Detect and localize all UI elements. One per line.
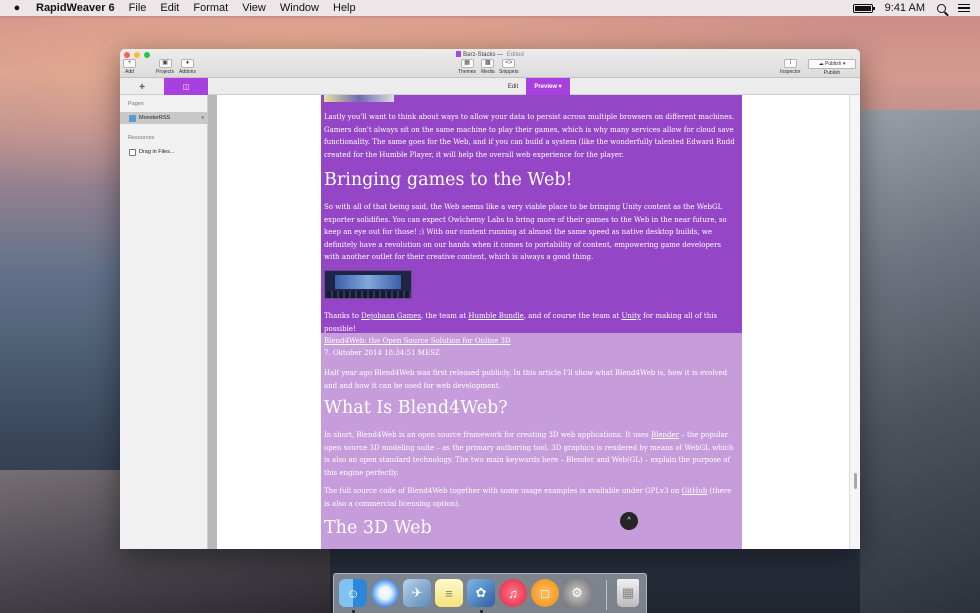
link-github[interactable]: GitHub [682, 487, 708, 495]
video-thumbnail[interactable] [324, 270, 412, 299]
info-icon: i [783, 59, 797, 68]
pages-heading: Pages [128, 101, 144, 107]
wallpaper-mountain [860, 110, 980, 613]
themes-icon: ▦ [460, 59, 474, 68]
article-heading: The 3D Web [324, 518, 432, 538]
document-icon [456, 51, 462, 57]
pages-icon: ◫ [182, 83, 190, 91]
article-card: Lastly you'll want to think about ways t… [321, 95, 742, 333]
menu-file[interactable]: File [129, 2, 147, 14]
menu-clock[interactable]: 9:41 AM [885, 2, 925, 14]
chevron-down-icon: ▾ [558, 84, 562, 90]
article-title-link[interactable]: Blend4Web: the Open Source Solution for … [324, 335, 738, 348]
media-button[interactable]: ▩ Media [481, 59, 495, 75]
link-unity[interactable]: Unity [621, 312, 640, 320]
resources-heading: Resources [128, 135, 155, 141]
menu-bar: ● RapidWeaver 6 File Edit Format View Wi… [0, 0, 980, 16]
title-bar: Barz-Stacks — Edited + Add ▣ Projects ♦ … [120, 49, 860, 78]
projects-icon: ▣ [158, 59, 172, 68]
link-blender[interactable]: Blender [651, 431, 679, 439]
article-paragraph: The full source code of Blend4Web togeth… [324, 487, 732, 508]
scrollbar-thumb[interactable] [854, 473, 857, 489]
tab-edit[interactable]: Edit [500, 78, 526, 95]
dock: ☺ ✦ ✈ ≡ ✿ ♫ □ ⚙ ▦ [333, 573, 647, 613]
tab-preview[interactable]: Preview ▾ [526, 78, 570, 95]
chevron-down-icon: ▾ [842, 61, 846, 67]
notes-icon[interactable]: ≡ [435, 579, 463, 607]
addons-icon: ♦ [180, 59, 194, 68]
article-image [324, 95, 394, 102]
article-paragraph: Half year ago Blend4Web was first releas… [324, 369, 728, 390]
web-page: Lastly you'll want to think about ways t… [217, 95, 849, 549]
tab-row: ✚ ◫ Edit Preview ▾ [120, 78, 860, 95]
themes-button[interactable]: ▦ Themes [458, 59, 476, 75]
app-menu[interactable]: RapidWeaver 6 [36, 2, 115, 14]
drag-files-icon [129, 148, 136, 156]
publish-button[interactable]: ☁ Publish ▾ [808, 59, 856, 69]
upload-icon: ☁ [818, 61, 824, 67]
sidebar: Pages MonsterRSS ▾ Resources Drag in Fil… [120, 95, 208, 549]
snippets-icon: <> [502, 59, 516, 68]
preview-icon[interactable]: ✈ [403, 579, 431, 607]
system-preferences-icon[interactable]: ⚙ [563, 579, 591, 607]
addons-button[interactable]: ♦ Addons [179, 59, 196, 75]
article-card: Blend4Web: the Open Source Solution for … [321, 333, 742, 549]
spotlight-search-icon[interactable] [937, 3, 946, 13]
app-window: Barz-Stacks — Edited + Add ▣ Projects ♦ … [120, 49, 860, 549]
ibooks-icon[interactable]: □ [531, 579, 559, 607]
media-icon: ▩ [481, 59, 495, 68]
finder-icon[interactable]: ☺ [339, 579, 367, 607]
wrench-icon: ✚ [139, 83, 145, 91]
itunes-icon[interactable]: ♫ [499, 579, 527, 607]
safari-icon[interactable]: ✦ [371, 579, 399, 607]
plus-icon: + [123, 59, 136, 68]
vertical-scrollbar[interactable] [849, 95, 860, 549]
battery-icon[interactable] [852, 3, 875, 13]
link-humble-bundle[interactable]: Humble Bundle [468, 312, 523, 320]
rss-page-icon [129, 114, 136, 122]
notification-center-icon[interactable] [958, 3, 970, 13]
menu-help[interactable]: Help [333, 2, 356, 14]
edited-status: Edited [506, 52, 524, 58]
article-paragraph: In short, Blend4Web is an open source fr… [324, 431, 734, 477]
add-button[interactable]: + Add [123, 59, 136, 75]
snippets-button[interactable]: <> Snippets [499, 59, 518, 75]
tab-pages[interactable]: ◫ [164, 78, 208, 95]
rapidweaver-icon[interactable]: ✿ [467, 579, 495, 607]
trash-icon[interactable]: ▦ [617, 579, 639, 607]
sidebar-item-drag-files[interactable]: Drag in Files... [120, 146, 208, 158]
article-heading: Bringing games to the Web! [324, 170, 573, 190]
menu-view[interactable]: View [242, 2, 266, 14]
article-paragraph: So with all of that being said, the Web … [324, 203, 727, 262]
dock-separator [606, 580, 607, 610]
chevron-down-icon[interactable]: ▾ [201, 115, 204, 121]
article-credits: Thanks to Dejobaan Games, the team at Hu… [324, 312, 718, 333]
article-heading: What Is Blend4Web? [324, 398, 508, 418]
scroll-to-top-button[interactable]: ^ [620, 512, 638, 530]
preview-pane[interactable]: Lastly you'll want to think about ways t… [208, 95, 860, 549]
menu-edit[interactable]: Edit [160, 2, 179, 14]
publish-label: Publish [823, 70, 841, 76]
sidebar-item-monsterrss[interactable]: MonsterRSS ▾ [120, 112, 208, 124]
apple-menu-icon[interactable]: ● [10, 2, 24, 14]
link-dejobaan-games[interactable]: Dejobaan Games [361, 312, 421, 320]
inspector-button[interactable]: i Inspector [780, 59, 801, 75]
article-date: 7. Oktober 2014 18:34:51 MESZ [324, 349, 440, 357]
window-title: Barz-Stacks — Edited [120, 51, 860, 58]
article-paragraph: Lastly you'll want to think about ways t… [324, 113, 735, 159]
projects-button[interactable]: ▣ Projects [156, 59, 174, 75]
chevron-up-icon: ^ [627, 517, 631, 524]
tab-settings[interactable]: ✚ [120, 78, 164, 95]
menu-format[interactable]: Format [193, 2, 228, 14]
menu-window[interactable]: Window [280, 2, 319, 14]
